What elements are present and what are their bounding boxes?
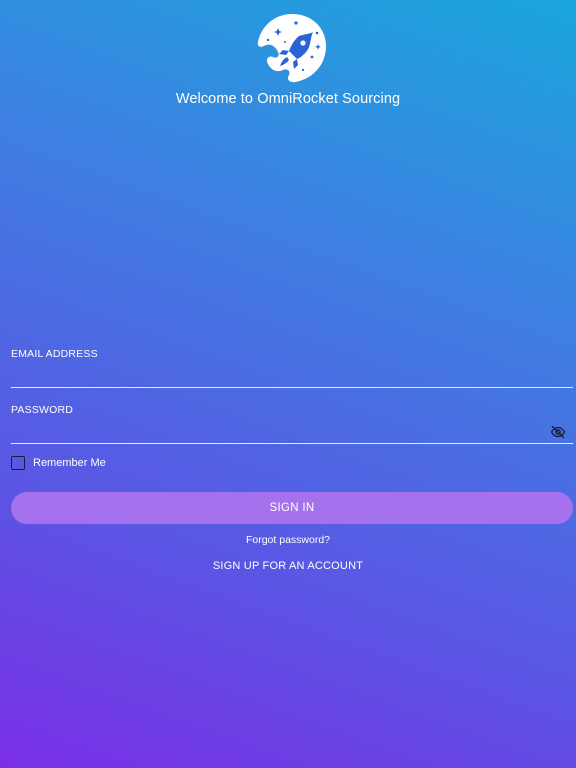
eye-slash-icon[interactable] <box>550 424 566 440</box>
welcome-title: Welcome to OmniRocket Sourcing <box>175 91 401 107</box>
sign-in-button[interactable]: SIGN IN <box>11 492 573 524</box>
remember-me-label: Remember Me <box>33 457 106 469</box>
password-label: PASSWORD <box>11 404 74 416</box>
rocket-logo-icon <box>257 14 326 83</box>
sign-up-link[interactable]: SIGN UP FOR AN ACCOUNT <box>0 560 576 572</box>
forgot-password-link[interactable]: Forgot password? <box>0 534 576 546</box>
remember-me-checkbox[interactable] <box>11 456 25 470</box>
password-field[interactable] <box>11 420 573 444</box>
email-label: EMAIL ADDRESS <box>11 348 98 360</box>
email-field[interactable] <box>11 364 573 388</box>
